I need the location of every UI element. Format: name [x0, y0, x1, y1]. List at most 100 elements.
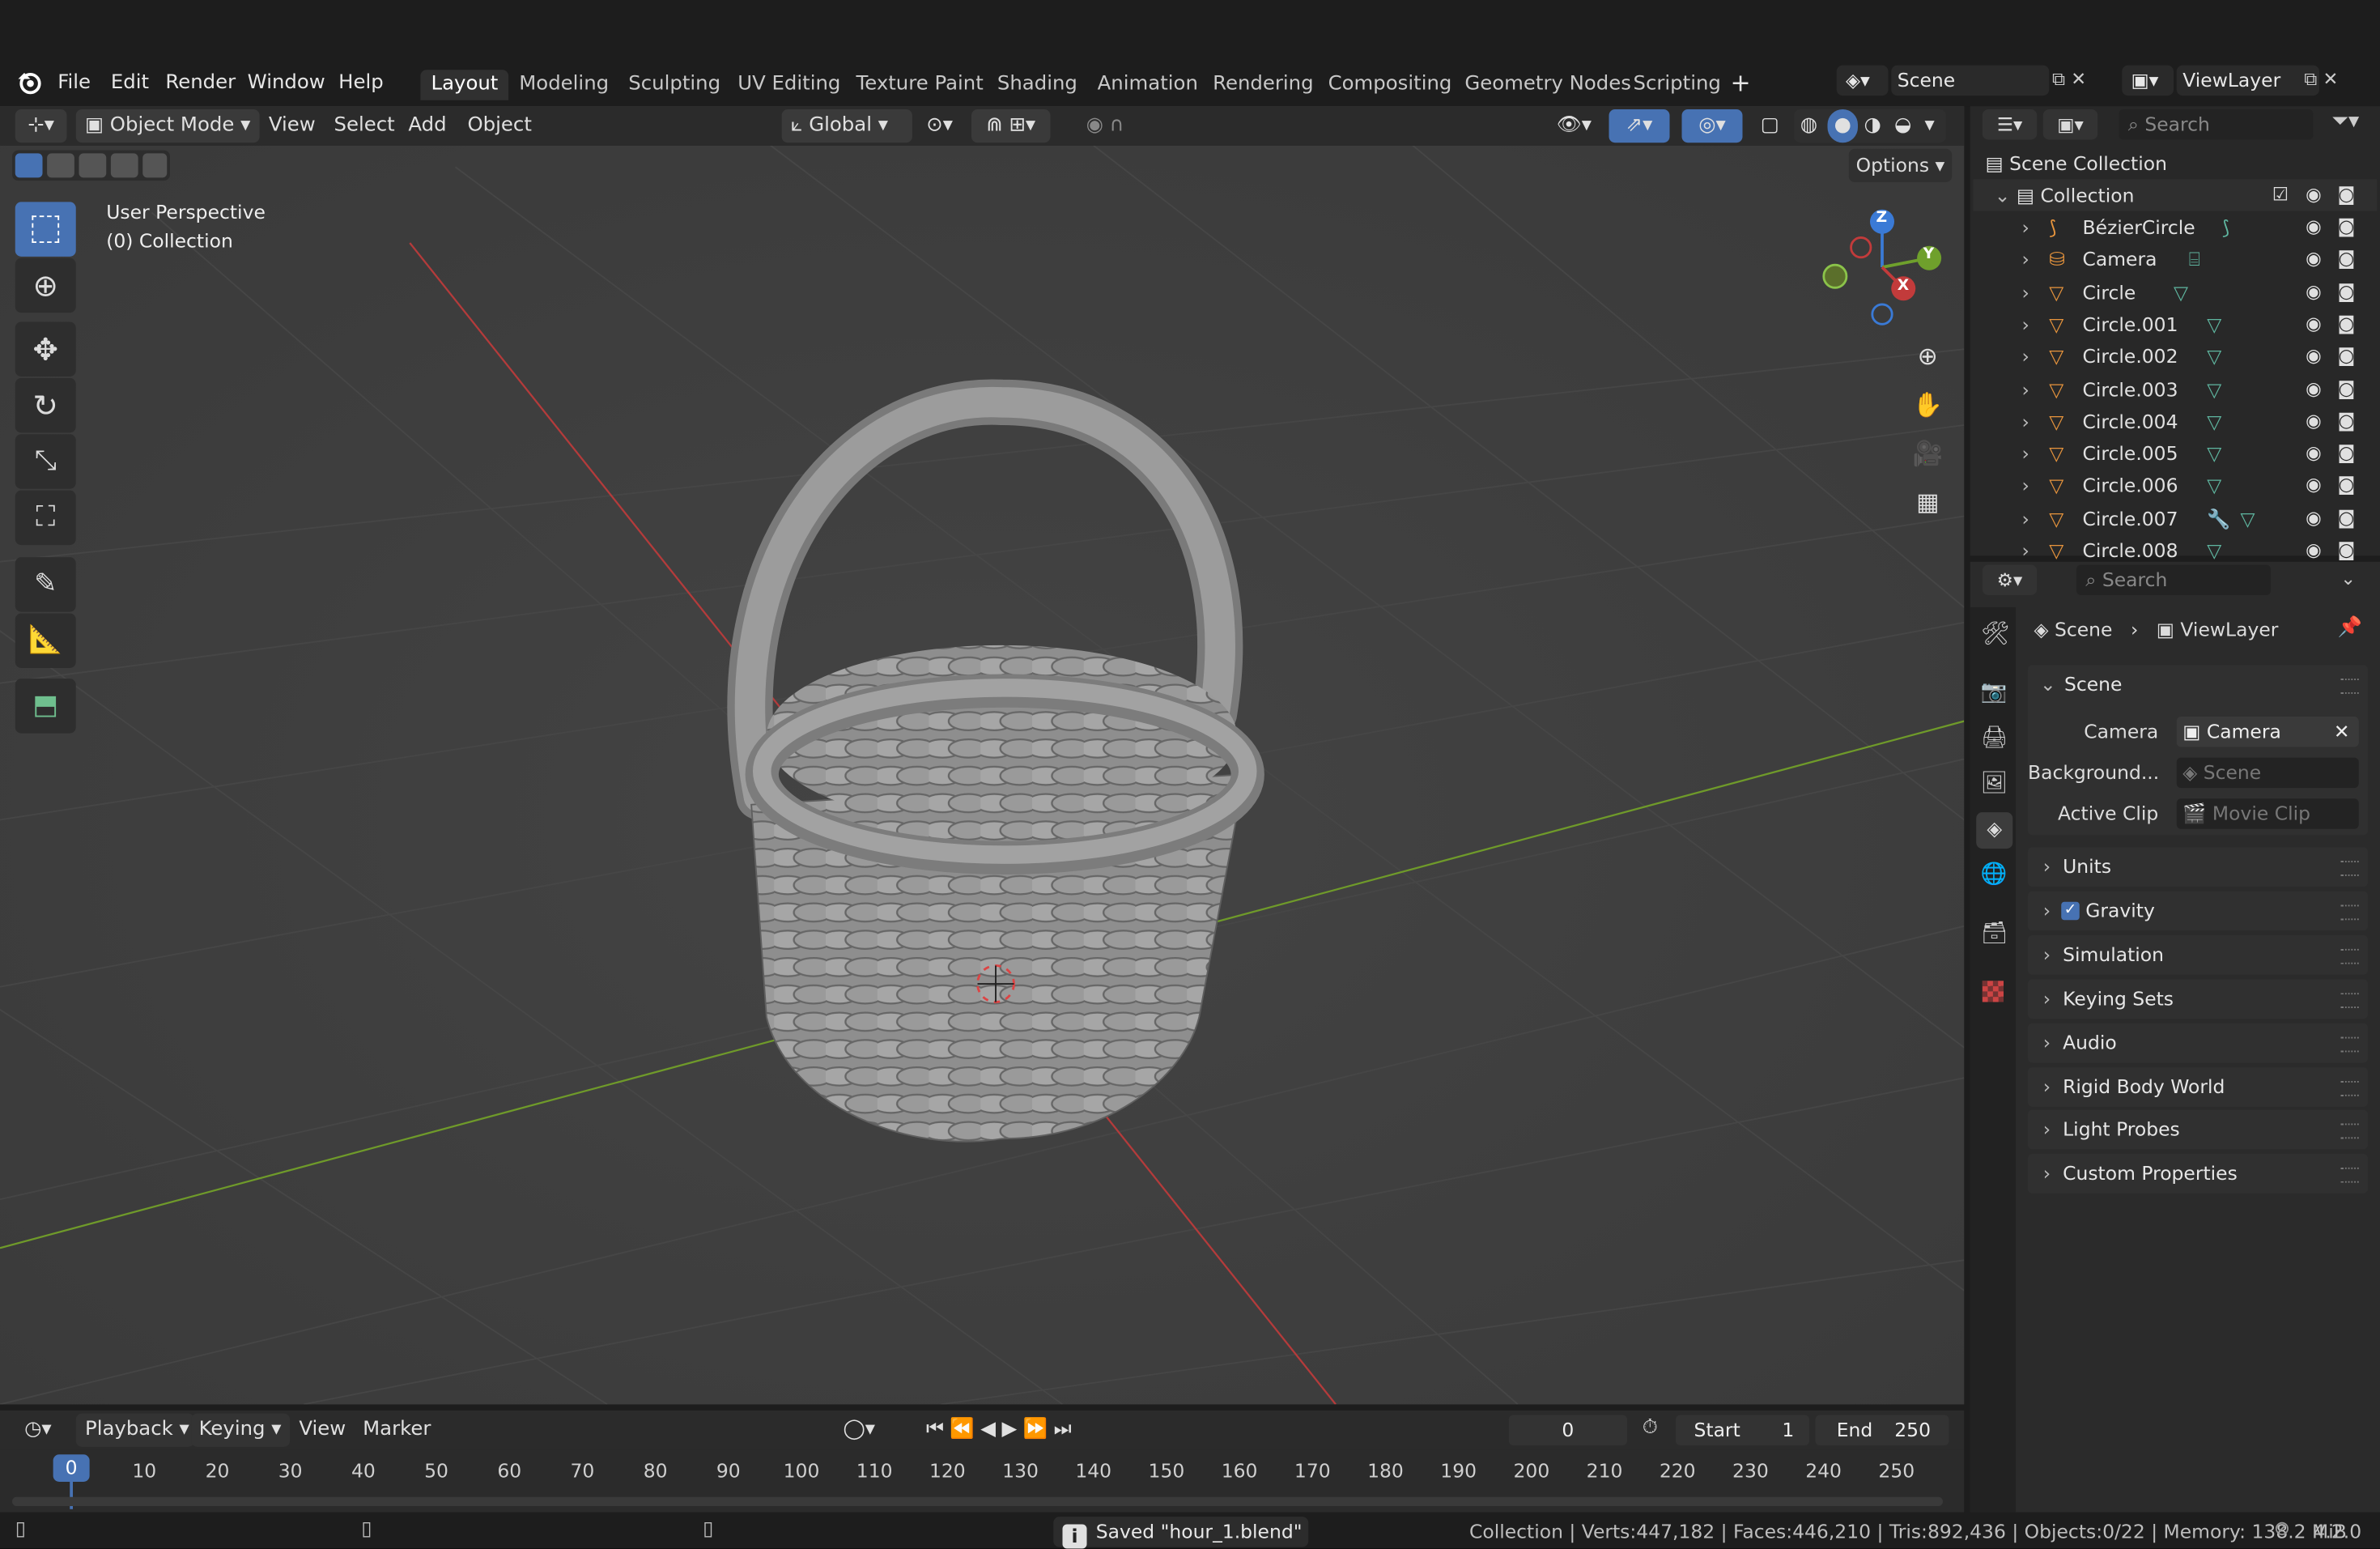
zoom-icon[interactable]: ⊕ [1906, 335, 1949, 378]
exclude-checkbox-icon[interactable]: ☑ [2272, 179, 2289, 211]
expand-chevron-icon[interactable]: › [2022, 502, 2029, 534]
background-scene-field[interactable]: ◈ Scene [2176, 757, 2359, 789]
new-scene-icon[interactable]: ⧉ ✕ [2052, 68, 2086, 91]
panel-drag-handle[interactable] [2340, 1080, 2359, 1096]
menu-help[interactable]: Help [338, 70, 384, 97]
outliner-item[interactable]: › ▽ Circle.005 ▽ ◉ ◙ [1974, 437, 2378, 469]
render-camera-icon[interactable]: ◙ [2338, 308, 2356, 339]
tab-shading[interactable]: Shading [987, 70, 1088, 100]
expand-chevron-icon[interactable]: › [2022, 211, 2029, 243]
tab-rendering[interactable]: Rendering [1202, 70, 1324, 100]
render-camera-icon[interactable]: ◙ [2338, 179, 2356, 211]
scene-tab-icon[interactable]: ◈ [1976, 812, 2013, 849]
visibility-eye-icon[interactable]: ◉ [2306, 179, 2322, 211]
preview-range-icon[interactable]: ⏱ [1643, 1416, 1658, 1439]
jump-start-icon[interactable]: ⏮ [926, 1418, 950, 1440]
panel-drag-handle[interactable] [2340, 904, 2359, 921]
outliner-item[interactable]: › ▽ Circle.008 ▽ ◉ ◙ [1974, 534, 2378, 566]
start-frame-field[interactable]: Start 1 [1676, 1415, 1809, 1445]
render-camera-icon[interactable]: ◙ [2338, 340, 2356, 372]
tab-geometry-nodes[interactable]: Geometry Nodes [1454, 70, 1642, 100]
texture-tab-icon[interactable] [1982, 981, 2004, 1002]
select-box-tool[interactable] [15, 202, 76, 257]
expand-chevron-icon[interactable]: › [2022, 437, 2029, 469]
solid-shading-icon[interactable]: ● [1827, 109, 1858, 143]
visibility-eye-icon[interactable]: ◉ [2306, 405, 2322, 436]
expand-collection-icon[interactable]: ⌄ [1974, 184, 2011, 206]
select-extend-icon[interactable] [47, 153, 74, 178]
viewport-menu-select[interactable]: Select [334, 109, 395, 143]
panel-drag-handle[interactable] [2340, 948, 2359, 964]
expand-chevron-icon[interactable]: › [2022, 405, 2029, 436]
menu-edit[interactable]: Edit [111, 70, 149, 97]
panel-drag-handle[interactable] [2340, 861, 2359, 876]
ortho-grid-icon[interactable]: ▦ [1906, 481, 1949, 524]
properties-options-icon[interactable]: ⌄ [2340, 568, 2356, 589]
panel-drag-handle[interactable] [2340, 1036, 2359, 1052]
menu-window[interactable]: Window [248, 70, 325, 97]
panel-drag-handle[interactable] [2340, 1124, 2359, 1139]
viewport-menu-add[interactable]: Add [408, 109, 446, 143]
new-viewlayer-icon[interactable]: ⧉ ✕ [2304, 68, 2338, 91]
select-intersect-icon[interactable] [142, 153, 168, 178]
visibility-eye-icon[interactable]: ◉ [2306, 534, 2322, 566]
material-shading-icon[interactable]: ◑ [1864, 109, 1881, 143]
3d-viewport[interactable] [0, 106, 1965, 1405]
tab-layout[interactable]: Layout [420, 70, 509, 100]
render-camera-icon[interactable]: ◙ [2338, 275, 2356, 307]
visibility-eye-icon[interactable]: ◉ [2306, 470, 2322, 501]
tab-animation[interactable]: Animation [1087, 70, 1209, 100]
menu-file[interactable]: File [57, 70, 91, 97]
properties-panel[interactable]: › ✓ Gravity [2028, 891, 2368, 931]
properties-panel[interactable]: › Simulation [2028, 934, 2368, 975]
tab-texture-paint[interactable]: Texture Paint [845, 70, 994, 100]
viewport-menu-view[interactable]: View [269, 109, 316, 143]
proportional-editing-icon[interactable]: ◉ ∩ [1065, 109, 1145, 143]
visibility-eye-icon[interactable]: ◉ [2306, 211, 2322, 243]
outliner-item[interactable]: › ⛁ Camera ⌸ ◉ ◙ [1974, 244, 2378, 275]
timeline-editor-icon[interactable]: ◷▾ [12, 1414, 64, 1447]
outliner-item[interactable]: › ▽ Circle.007 🔧 ▽ ◉ ◙ [1974, 502, 2378, 534]
visibility-eye-icon[interactable]: ◉ [2306, 502, 2322, 534]
next-keyframe-icon[interactable]: ⏩ [1023, 1418, 1054, 1440]
saved-notification[interactable]: i Saved "hour_1.blend" [1053, 1517, 1309, 1549]
render-camera-icon[interactable]: ◙ [2338, 244, 2356, 275]
expand-chevron-icon[interactable]: › [2022, 340, 2029, 372]
properties-panel[interactable]: › Custom Properties [2028, 1154, 2368, 1194]
shading-options-icon[interactable]: ▾ [1925, 109, 1935, 143]
timeline-menu-view[interactable]: View [299, 1414, 346, 1447]
expand-chevron-icon[interactable]: › [2022, 275, 2029, 307]
transform-orientation-dropdown[interactable]: ⟀ Global ▾ [781, 109, 912, 143]
outliner-item[interactable]: › ▽ Circle ▽ ◉ ◙ [1974, 275, 2378, 307]
outliner-item[interactable]: › ▽ Circle.004 ▽ ◉ ◙ [1974, 405, 2378, 436]
navigation-gizmo[interactable]: Z Y X [1816, 203, 1953, 331]
options-dropdown[interactable]: Options ▾ [1848, 148, 1953, 182]
tab-sculpting[interactable]: Sculpting [618, 70, 731, 100]
visibility-eye-icon[interactable]: ◉ [2306, 437, 2322, 469]
play-reverse-icon[interactable]: ◀ [980, 1418, 1001, 1440]
expand-chevron-icon[interactable]: › [2022, 534, 2029, 566]
visibility-eye-icon[interactable]: ◉ [2306, 340, 2322, 372]
output-tab-icon[interactable]: 🖨 [1981, 726, 2008, 750]
render-camera-icon[interactable]: ◙ [2338, 211, 2356, 243]
render-camera-icon[interactable]: ◙ [2338, 437, 2356, 469]
render-camera-icon[interactable]: ◙ [2338, 372, 2356, 404]
display-mode-icon[interactable]: ▣▾ [2042, 109, 2098, 140]
pan-hand-icon[interactable]: ✋ [1906, 384, 1949, 427]
expand-chevron-icon[interactable]: › [2022, 372, 2029, 404]
viewlayer-selector-icon[interactable]: ▣▾ [2122, 65, 2174, 96]
visibility-eye-icon[interactable]: ◉ [2306, 372, 2322, 404]
pin-icon[interactable]: 📌 [2338, 616, 2362, 639]
scene-panel-header[interactable]: ⌄ Scene [2040, 665, 2122, 704]
properties-search-input[interactable]: ⌕ Search [2076, 564, 2271, 595]
visibility-eye-icon[interactable]: ◉ [2306, 244, 2322, 275]
tab-uv-editing[interactable]: UV Editing [727, 70, 851, 100]
expand-chevron-icon[interactable]: › [2022, 244, 2029, 275]
render-camera-icon[interactable]: ◙ [2338, 502, 2356, 534]
timeline-scrollbar[interactable] [12, 1496, 1943, 1506]
gizmo-toggle-icon[interactable]: ⇗▾ [1609, 109, 1670, 143]
rendered-shading-icon[interactable]: ◒ [1894, 109, 1911, 143]
select-subtract-icon[interactable] [79, 153, 107, 178]
properties-panel[interactable]: › Audio [2028, 1022, 2368, 1062]
select-invert-icon[interactable] [110, 153, 138, 178]
